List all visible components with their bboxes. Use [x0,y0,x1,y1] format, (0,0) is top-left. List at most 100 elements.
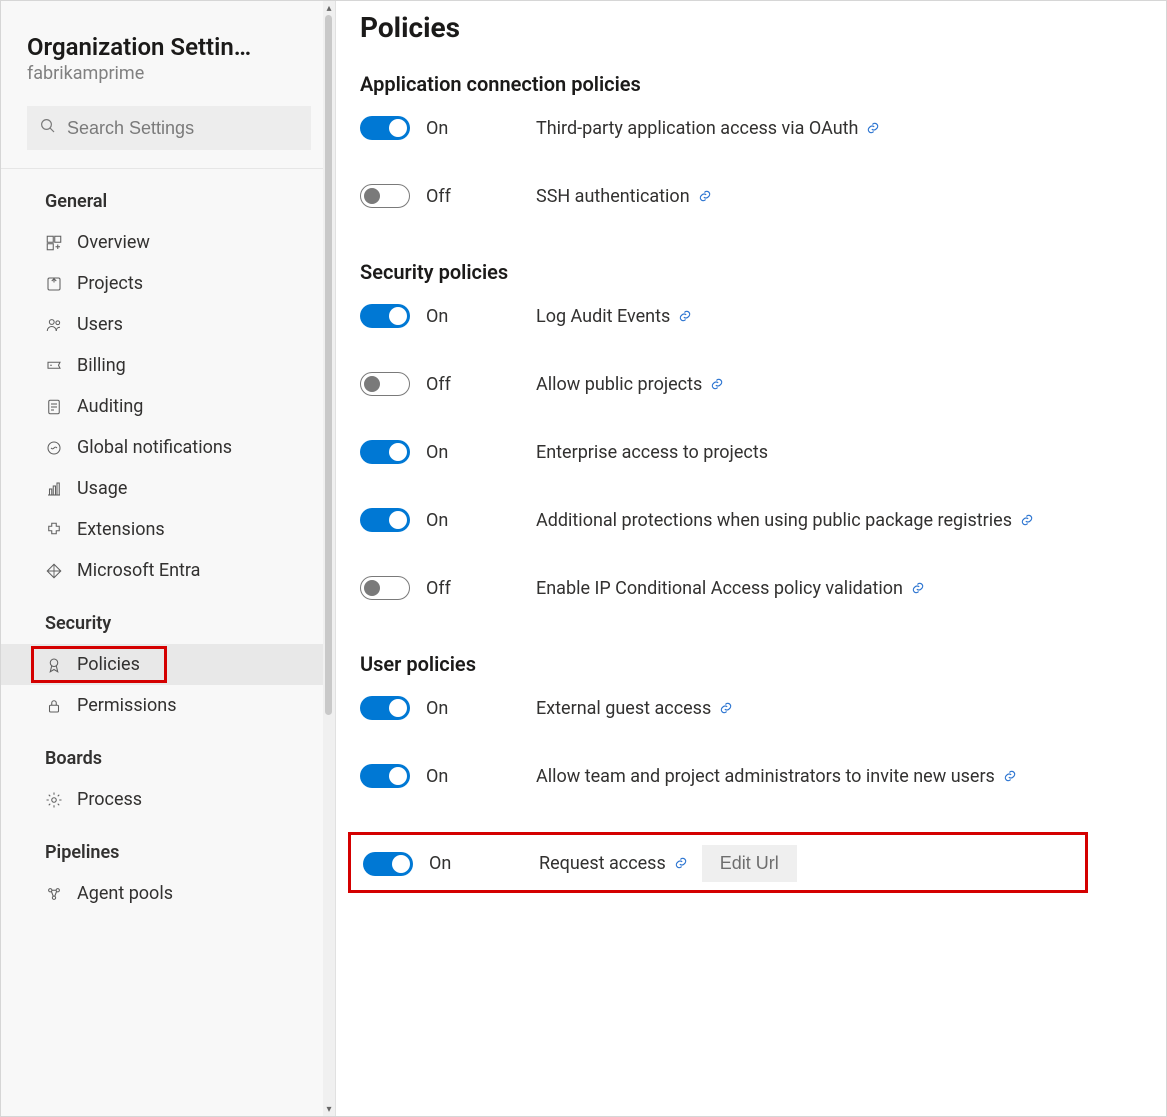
toggle-state-label: On [426,306,536,327]
search-input[interactable] [67,118,299,139]
toggle-log-audit-events[interactable] [360,304,410,328]
scroll-thumb[interactable] [325,15,332,715]
policy-name: Request access [539,853,688,874]
sidebar-item-label: Policies [77,654,140,675]
toggle-enable-ip-conditional-access-policy-validation[interactable] [360,576,410,600]
scroll-down-icon[interactable]: ▾ [323,1102,335,1116]
section-title: Application connection policies [360,72,1126,96]
overview-icon [45,234,63,252]
toggle-external-guest-access[interactable] [360,696,410,720]
notifications-icon [45,439,63,457]
toggle-knob [389,767,407,785]
sidebar-item-label: Projects [77,273,143,294]
sidebar-item-label: Overview [77,232,150,253]
highlighted-policy: OnRequest access Edit Url [348,832,1088,893]
link-icon[interactable] [698,189,712,203]
toggle-allow-public-projects[interactable] [360,372,410,396]
policy-row: OffSSH authentication [360,184,1126,208]
nav-group-title: Boards [1,726,335,779]
toggle-knob [364,580,380,596]
policy-row: OnRequest access Edit Url [363,845,797,882]
link-icon[interactable] [719,701,733,715]
sidebar-item-projects[interactable]: Projects [1,263,335,304]
sidebar-item-usage[interactable]: Usage [1,468,335,509]
sidebar-item-label: Global notifications [77,437,232,458]
extensions-icon [45,521,63,539]
sidebar-item-label: Extensions [77,519,165,540]
page-title: Policies [360,11,1126,44]
sidebar-item-extensions[interactable]: Extensions [1,509,335,550]
sidebar-item-label: Agent pools [77,883,173,904]
toggle-knob [389,511,407,529]
toggle-knob [389,307,407,325]
toggle-knob [392,855,410,873]
agentpools-icon [45,885,63,903]
sidebar-item-label: Users [77,314,123,335]
sidebar-item-permissions[interactable]: Permissions [1,685,335,726]
link-icon[interactable] [674,856,688,870]
policy-row: OffEnable IP Conditional Access policy v… [360,576,1126,600]
link-icon[interactable] [866,121,880,135]
sidebar-title: Organization Settin… [1,15,335,63]
sidebar-item-label: Auditing [77,396,143,417]
policy-icon [45,656,63,674]
section-title: User policies [360,652,1126,676]
sidebar-item-global-notifications[interactable]: Global notifications [1,427,335,468]
policy-row: OnThird-party application access via OAu… [360,116,1126,140]
sidebar-item-users[interactable]: Users [1,304,335,345]
policy-name: Log Audit Events [536,306,692,327]
link-icon[interactable] [678,309,692,323]
sidebar-item-auditing[interactable]: Auditing [1,386,335,427]
sidebar-item-process[interactable]: Process [1,779,335,820]
process-icon [45,791,63,809]
billing-icon [45,357,63,375]
edit-url-button[interactable]: Edit Url [702,845,797,882]
link-icon[interactable] [911,581,925,595]
policy-name: Allow public projects [536,374,724,395]
users-icon [45,316,63,334]
policy-name: Enable IP Conditional Access policy vali… [536,578,925,599]
sidebar-subtitle: fabrikamprime [1,63,335,100]
toggle-state-label: On [426,766,536,787]
toggle-additional-protections-when-using-public-package-registries[interactable] [360,508,410,532]
sidebar-item-agent-pools[interactable]: Agent pools [1,873,335,914]
usage-icon [45,480,63,498]
nav-group-title: Security [1,591,335,644]
sidebar-item-microsoft-entra[interactable]: Microsoft Entra [1,550,335,591]
toggle-state-label: On [426,510,536,531]
toggle-state-label: Off [426,578,536,599]
policy-row: OnEnterprise access to projects [360,440,1126,464]
toggle-ssh-authentication[interactable] [360,184,410,208]
link-icon[interactable] [1003,769,1017,783]
toggle-allow-team-and-project-administrators-to-invite-new-users[interactable] [360,764,410,788]
nav-group-title: Pipelines [1,820,335,873]
policy-row: OnExternal guest access [360,696,1126,720]
toggle-knob [364,188,380,204]
toggle-state-label: Off [426,374,536,395]
section-title: Security policies [360,260,1126,284]
toggle-request-access[interactable] [363,852,413,876]
toggle-enterprise-access-to-projects[interactable] [360,440,410,464]
sidebar-scrollbar[interactable]: ▴ ▾ [323,1,335,1116]
scroll-up-icon[interactable]: ▴ [323,1,335,15]
policy-name: Additional protections when using public… [536,510,1034,531]
sidebar-item-overview[interactable]: Overview [1,222,335,263]
toggle-state-label: On [429,853,539,874]
link-icon[interactable] [710,377,724,391]
toggle-state-label: On [426,698,536,719]
policy-name: SSH authentication [536,186,712,207]
policy-name: Allow team and project administrators to… [536,766,1017,787]
sidebar: Organization Settin… fabrikamprime Gener… [1,1,336,1116]
projects-icon [45,275,63,293]
policy-row: OffAllow public projects [360,372,1126,396]
sidebar-item-policies[interactable]: Policies [1,644,335,685]
toggle-knob [389,443,407,461]
toggle-knob [364,376,380,392]
permissions-icon [45,697,63,715]
toggle-third-party-application-access-via-oauth[interactable] [360,116,410,140]
toggle-knob [389,119,407,137]
link-icon[interactable] [1020,513,1034,527]
sidebar-item-label: Permissions [77,695,177,716]
search-settings[interactable] [27,106,311,150]
sidebar-item-billing[interactable]: Billing [1,345,335,386]
